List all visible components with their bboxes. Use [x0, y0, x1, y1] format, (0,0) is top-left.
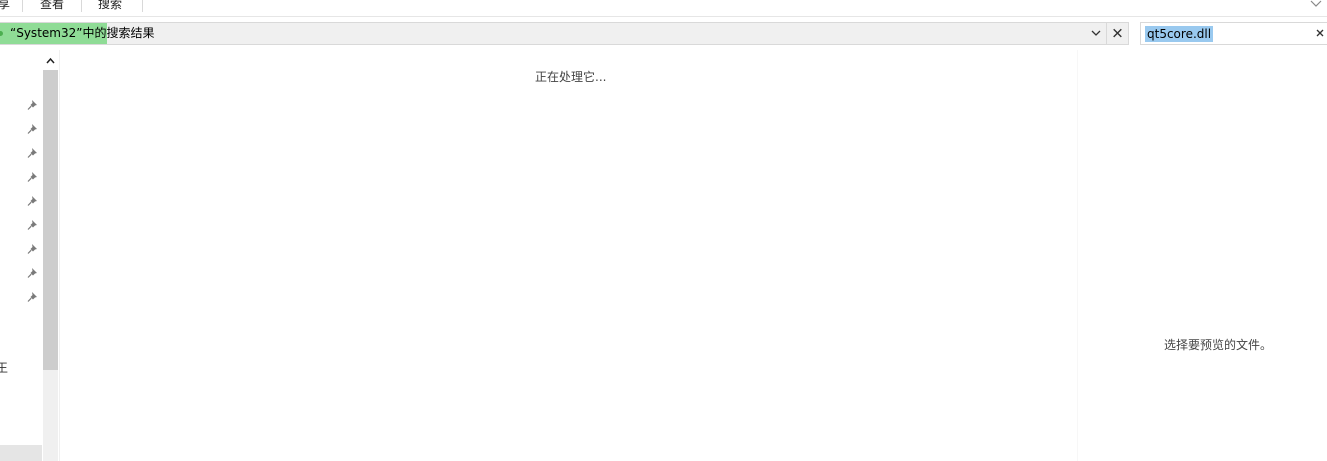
pin-icon [27, 292, 37, 302]
close-icon[interactable] [1106, 23, 1128, 44]
close-icon[interactable] [1313, 23, 1327, 44]
pin-icon [27, 172, 37, 182]
chevron-down-icon[interactable] [1086, 23, 1106, 44]
ribbon-divider [142, 0, 143, 12]
navigation-pane: 王 [0, 50, 60, 461]
preview-message: 选择要预览的文件。 [1164, 338, 1273, 352]
tab-share[interactable]: 享 [0, 0, 10, 12]
preview-pane: 选择要预览的文件。 [1077, 50, 1327, 461]
pin-icon [27, 148, 37, 158]
processing-status: 正在处理它... [535, 70, 607, 84]
tab-view[interactable]: 查看 [40, 0, 64, 12]
chevron-up-icon[interactable] [43, 54, 58, 68]
ribbon-divider [22, 0, 23, 12]
tab-search[interactable]: 搜索 [98, 0, 122, 12]
search-input[interactable]: qt5core.dll [1140, 22, 1327, 45]
search-query-text[interactable]: qt5core.dll [1145, 26, 1214, 42]
address-bar[interactable]: “System32”中的搜索结果 [0, 22, 1129, 45]
ribbon-tabs: 享 查看 搜索 [0, 0, 1327, 17]
pin-icon [27, 100, 37, 110]
nav-item-highlight[interactable] [0, 445, 42, 461]
pin-icon [27, 124, 37, 134]
pin-icon [27, 268, 37, 278]
file-list-area[interactable]: 正在处理它... [61, 50, 1077, 461]
pin-icon [27, 196, 37, 206]
chevron-down-icon[interactable] [1309, 0, 1323, 10]
address-path[interactable]: “System32”中的搜索结果 [10, 23, 154, 44]
nav-item-label[interactable]: 王 [0, 359, 8, 376]
pin-icon [27, 244, 37, 254]
ribbon-divider [81, 0, 82, 12]
address-row: “System32”中的搜索结果 qt5core.dll [0, 18, 1327, 48]
nav-scrollbar-thumb[interactable] [43, 70, 58, 370]
pin-icon [27, 220, 37, 230]
